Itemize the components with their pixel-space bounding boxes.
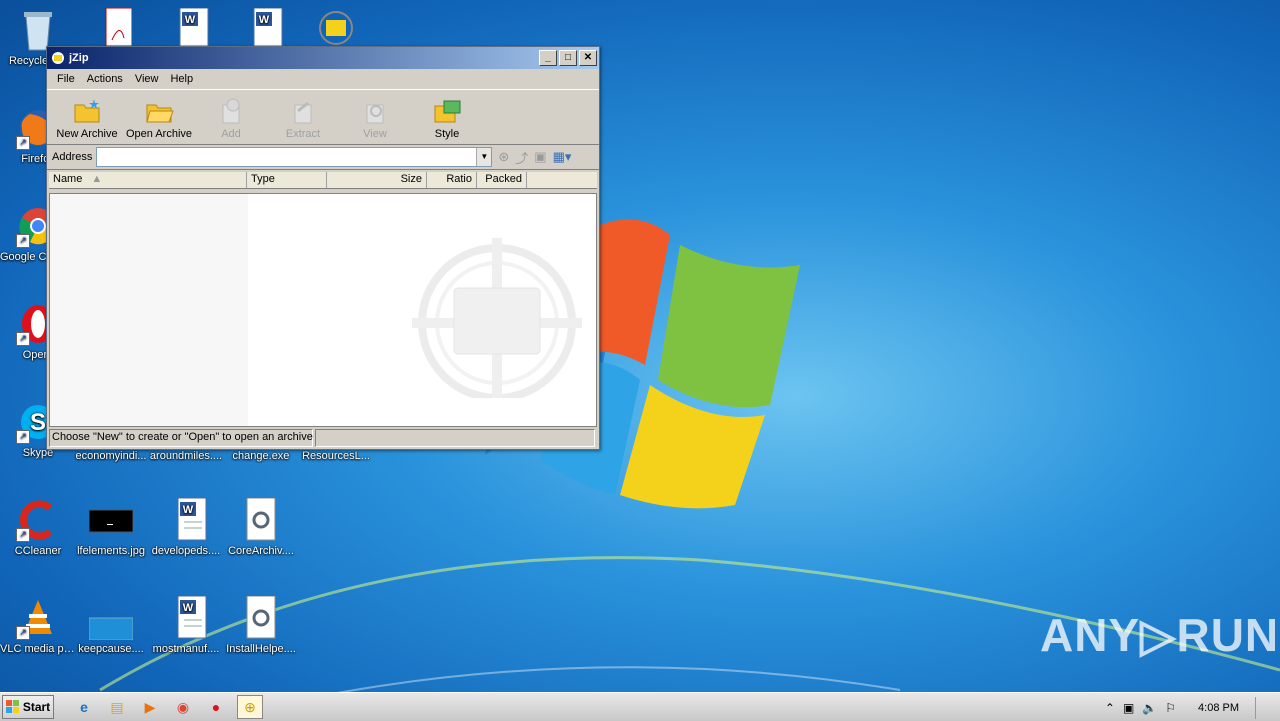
window-titlebar[interactable]: jZip _ □ ✕ xyxy=(47,47,599,69)
taskbar-chrome-icon[interactable]: ◉ xyxy=(171,696,195,718)
new-archive-button[interactable]: New Archive xyxy=(51,90,123,144)
windows-flag-icon xyxy=(5,700,19,713)
view-mode-icon[interactable]: ▦▾ xyxy=(553,149,572,165)
style-icon xyxy=(434,100,461,123)
extract-button[interactable]: Extract xyxy=(267,90,339,144)
desktop-icon-mostmanuf[interactable]: W mostmanuf.... xyxy=(148,595,224,656)
desktop-icon-economyindi[interactable]: economyindi... xyxy=(73,450,149,463)
address-input[interactable]: ▼ xyxy=(96,147,493,167)
settings-file-icon xyxy=(239,497,283,542)
show-desktop-button[interactable] xyxy=(1255,697,1266,719)
address-label: Address xyxy=(52,151,93,163)
svg-text:W: W xyxy=(183,504,194,516)
toolbar: New Archive Open Archive Add Extract Vie… xyxy=(47,89,599,145)
view-button[interactable]: View xyxy=(339,90,411,144)
taskbar-explorer-icon[interactable]: ▤ xyxy=(105,696,129,718)
window-title: jZip xyxy=(69,52,89,64)
taskbar: Start e ▤ ▶ ◉ ● ⊕ ⌃ ▣ 🔈 ⚐ 4:08 PM xyxy=(0,692,1280,721)
svg-text:W: W xyxy=(185,14,196,26)
sort-ascending-icon: ▲ xyxy=(91,173,103,185)
desktop-icon-ccleaner[interactable]: ↗ CCleaner xyxy=(0,498,76,558)
desktop-icon-corearchiv[interactable]: CoreArchiv.... xyxy=(223,497,299,558)
image-icon xyxy=(88,498,134,542)
menu-help[interactable]: Help xyxy=(164,73,199,85)
svg-text:W: W xyxy=(183,602,194,614)
status-text: Choose "New" to create or "Open" to open… xyxy=(49,429,313,447)
close-button[interactable]: ✕ xyxy=(579,50,597,66)
column-size[interactable]: Size xyxy=(327,172,427,188)
status-bar: Choose "New" to create or "Open" to open… xyxy=(49,429,595,447)
word-doc-icon: W xyxy=(164,595,208,640)
system-tray: ⌃ ▣ 🔈 ⚐ 4:08 PM xyxy=(1105,697,1266,719)
column-type[interactable]: Type xyxy=(247,172,327,188)
minimize-button[interactable]: _ xyxy=(539,50,557,66)
taskbar-opera-icon[interactable]: ● xyxy=(204,696,228,718)
settings-file-icon xyxy=(239,595,283,640)
jzip-window[interactable]: jZip _ □ ✕ File Actions View Help New Ar… xyxy=(46,46,600,450)
desktop-icon-resources[interactable]: ResourcesL... xyxy=(298,450,374,463)
menu-actions[interactable]: Actions xyxy=(81,73,129,85)
column-ratio[interactable]: Ratio xyxy=(427,172,477,188)
tray-volume-icon[interactable]: 🔈 xyxy=(1142,701,1157,715)
add-button[interactable]: Add xyxy=(195,90,267,144)
column-headers: Name ▲ Type Size Ratio Packed xyxy=(49,172,597,189)
clock[interactable]: 4:08 PM xyxy=(1198,702,1239,714)
tray-expand-icon[interactable]: ⌃ xyxy=(1105,701,1115,715)
tray-flag-icon[interactable]: ⚐ xyxy=(1165,701,1176,715)
maximize-button[interactable]: □ xyxy=(559,50,577,66)
add-icon xyxy=(222,98,240,124)
jzip-app-icon xyxy=(52,52,64,64)
tray-network-icon[interactable]: ▣ xyxy=(1123,701,1134,715)
view-icon xyxy=(366,104,384,124)
address-dropdown-button[interactable]: ▼ xyxy=(476,148,492,166)
taskbar-media-player-icon[interactable]: ▶ xyxy=(138,696,162,718)
desktop-icon-keepcause[interactable]: keepcause.... xyxy=(73,596,149,656)
style-button[interactable]: Style xyxy=(411,90,483,144)
file-list[interactable] xyxy=(49,193,597,427)
svg-text:W: W xyxy=(259,14,270,26)
taskbar-jzip-icon[interactable]: ⊕ xyxy=(237,695,263,719)
desktop-icon-lfelements[interactable]: lfelements.jpg xyxy=(73,498,149,558)
go-icon[interactable]: ⊛ xyxy=(498,149,509,165)
address-nav: ⊛ ⤴ ▣ ▦▾ xyxy=(498,148,571,167)
desktop-icon-installhelper[interactable]: InstallHelpe.... xyxy=(223,595,299,656)
open-folder-icon xyxy=(146,104,174,123)
column-packed[interactable]: Packed xyxy=(477,172,527,188)
new-archive-icon xyxy=(74,99,100,123)
menu-file[interactable]: File xyxy=(51,73,81,85)
folder-icon[interactable]: ▣ xyxy=(534,149,546,165)
desktop-icon-aroundmiles[interactable]: aroundmiles.... xyxy=(148,450,224,463)
ccleaner-icon: ↗ xyxy=(16,498,60,542)
menu-view[interactable]: View xyxy=(129,73,165,85)
open-archive-button[interactable]: Open Archive xyxy=(123,90,195,144)
column-name[interactable]: Name ▲ xyxy=(49,172,247,188)
start-button[interactable]: Start xyxy=(2,695,54,719)
extract-icon xyxy=(294,101,312,124)
vlc-icon: ↗ xyxy=(16,596,60,640)
desktop-icon-vlc[interactable]: ↗ VLC media player xyxy=(0,596,76,656)
desktop-icon-change-exe[interactable]: change.exe xyxy=(223,450,299,463)
word-doc-icon: W xyxy=(164,497,208,542)
svg-text:S: S xyxy=(30,409,46,436)
up-icon[interactable]: ⤴ xyxy=(515,148,528,167)
status-panel xyxy=(315,429,595,447)
address-bar: Address ▼ ⊛ ⤴ ▣ ▦▾ xyxy=(47,145,599,170)
desktop-icon-developeds[interactable]: W developeds.... xyxy=(148,497,224,558)
anyrun-watermark: ANY▷RUN xyxy=(1040,609,1280,661)
taskbar-ie-icon[interactable]: e xyxy=(72,696,96,718)
jzip-watermark-icon xyxy=(412,238,582,398)
menubar: File Actions View Help xyxy=(47,69,599,89)
image-icon xyxy=(88,596,134,641)
